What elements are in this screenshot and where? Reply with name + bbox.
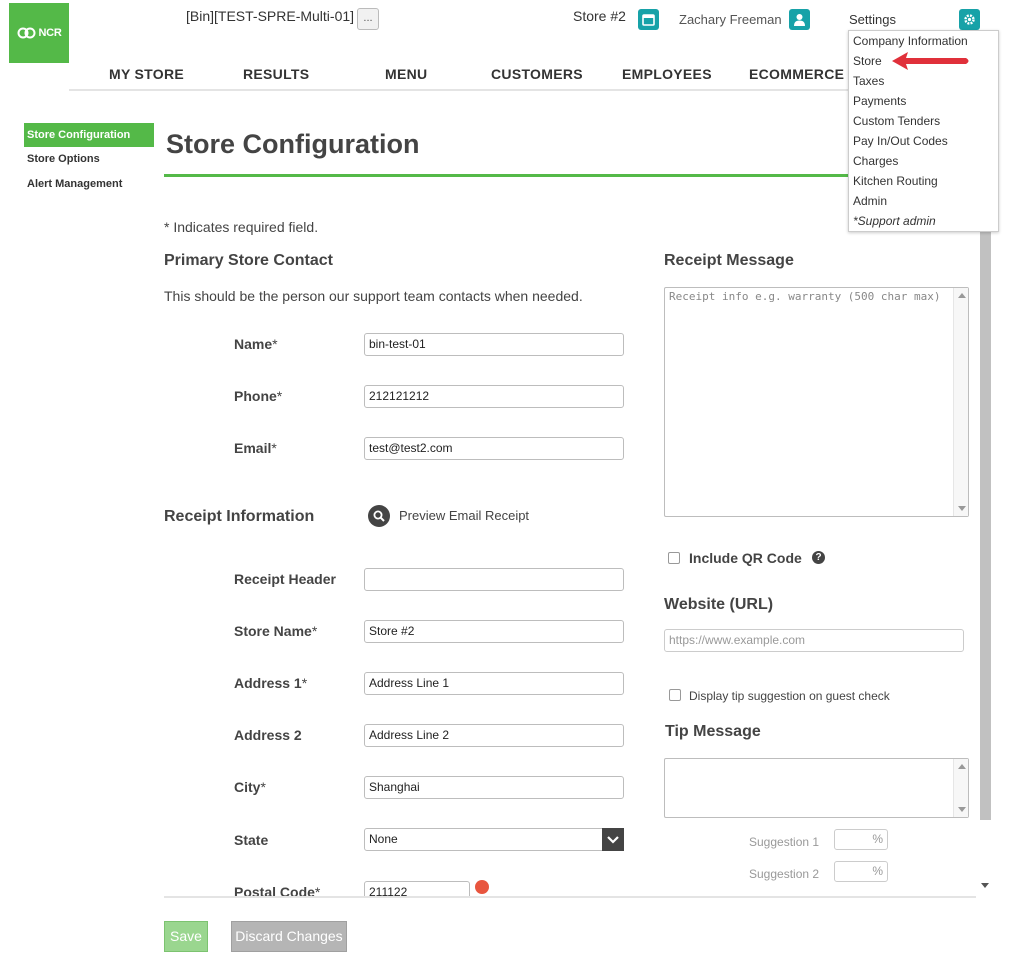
sidebar-item-alert-management[interactable]: Alert Management — [24, 172, 154, 196]
receipt-message-placeholder: Receipt info e.g. warranty (500 char max… — [669, 290, 941, 303]
website-url-input[interactable]: https://www.example.com — [664, 629, 964, 652]
website-heading: Website (URL) — [664, 596, 774, 613]
state-label: State — [234, 832, 269, 848]
calendar-icon[interactable] — [638, 9, 659, 30]
warning-icon — [475, 880, 489, 894]
suggestion2-input[interactable]: % — [834, 861, 888, 882]
chevron-down-icon[interactable] — [602, 828, 624, 851]
store-name-label: Store Name* — [234, 623, 318, 639]
suggestion2-label: Suggestion 2 — [749, 867, 820, 881]
menu-item-store[interactable]: Store — [853, 54, 882, 68]
ncr-logo[interactable]: NCR — [9, 3, 69, 63]
settings-menu-label[interactable]: Settings — [849, 12, 896, 27]
preview-email-receipt-link[interactable]: Preview Email Receipt — [399, 508, 529, 523]
nav-customers[interactable]: CUSTOMERS — [491, 66, 583, 82]
organization-name: [Bin][TEST-SPRE-Multi-01] — [186, 8, 355, 24]
required-field-note: * Indicates required field. — [164, 219, 319, 235]
address2-input[interactable]: Address Line 2 — [364, 724, 624, 747]
nav-menu[interactable]: MENU — [385, 66, 427, 82]
menu-item-pay-in-out-codes[interactable]: Pay In/Out Codes — [853, 134, 948, 148]
address2-label: Address 2 — [234, 727, 302, 743]
email-input[interactable]: test@test2.com — [364, 437, 624, 460]
menu-item-custom-tenders[interactable]: Custom Tenders — [853, 114, 940, 128]
address1-label: Address 1* — [234, 675, 308, 691]
store-name-input[interactable]: Store #2 — [364, 620, 624, 643]
phone-input[interactable]: 212121212 — [364, 385, 624, 408]
nav-my-store[interactable]: MY STORE — [109, 66, 184, 82]
menu-item-support-admin[interactable]: *Support admin — [853, 214, 936, 228]
receipt-header-label: Receipt Header — [234, 571, 336, 587]
gear-icon[interactable] — [959, 9, 980, 30]
name-label: Name* — [234, 336, 278, 352]
menu-item-charges[interactable]: Charges — [853, 154, 898, 168]
title-underline — [164, 174, 849, 177]
state-select[interactable]: None — [364, 828, 624, 851]
receipt-message-heading: Receipt Message — [664, 252, 794, 269]
suggestion1-input[interactable]: % — [834, 829, 888, 850]
menu-item-payments[interactable]: Payments — [853, 94, 906, 108]
sidebar-item-store-options[interactable]: Store Options — [24, 147, 154, 171]
help-icon[interactable]: ? — [812, 551, 825, 564]
content-scrollbar[interactable] — [978, 230, 993, 890]
include-qr-code-checkbox[interactable] — [668, 552, 680, 564]
email-label: Email* — [234, 440, 277, 456]
user-name[interactable]: Zachary Freeman — [679, 12, 782, 27]
receipt-message-textarea[interactable]: Receipt info e.g. warranty (500 char max… — [664, 287, 969, 517]
address1-input[interactable]: Address Line 1 — [364, 672, 624, 695]
red-arrow-annotation-icon — [892, 52, 969, 70]
receipt-information-heading: Receipt Information — [164, 508, 315, 525]
menu-item-company-information[interactable]: Company Information — [853, 34, 968, 48]
nav-divider — [69, 89, 859, 91]
postal-code-row: Postal Code* 211122 — [164, 880, 976, 896]
nav-results[interactable]: RESULTS — [243, 66, 309, 82]
tip-message-scrollbar[interactable] — [953, 759, 968, 817]
organization-more-button[interactable]: ... — [357, 8, 379, 30]
ncr-logo-icon — [17, 27, 36, 39]
include-qr-code-label: Include QR Code — [689, 550, 802, 566]
city-label: City* — [234, 779, 266, 795]
suggestion1-label: Suggestion 1 — [749, 835, 820, 849]
postal-code-input[interactable]: 211122 — [364, 881, 470, 896]
scrollbar-thumb[interactable] — [980, 230, 991, 820]
main-nav: MY STORE RESULTS MENU CUSTOMERS EMPLOYEE… — [0, 58, 850, 90]
primary-contact-heading: Primary Store Contact — [164, 252, 333, 269]
save-button[interactable]: Save — [164, 921, 208, 952]
sidebar-item-store-configuration[interactable]: Store Configuration — [24, 123, 154, 147]
tip-suggestion-label: Display tip suggestion on guest check — [689, 689, 890, 703]
nav-employees[interactable]: EMPLOYEES — [622, 66, 712, 82]
postal-code-label: Postal Code* — [234, 884, 321, 896]
menu-item-admin[interactable]: Admin — [853, 194, 887, 208]
primary-contact-description: This should be the person our support te… — [164, 288, 583, 304]
city-input[interactable]: Shanghai — [364, 776, 624, 799]
tip-message-heading: Tip Message — [665, 723, 761, 740]
receipt-header-input[interactable] — [364, 568, 624, 591]
search-icon[interactable] — [368, 505, 390, 527]
nav-ecommerce[interactable]: ECOMMERCE — [749, 66, 844, 82]
tip-suggestion-checkbox[interactable] — [669, 689, 681, 701]
name-input[interactable]: bin-test-01 — [364, 333, 624, 356]
user-icon[interactable] — [789, 9, 810, 30]
menu-item-taxes[interactable]: Taxes — [853, 74, 884, 88]
scroll-down-arrow-icon[interactable] — [981, 883, 989, 888]
receipt-message-scrollbar[interactable] — [953, 288, 968, 516]
menu-item-kitchen-routing[interactable]: Kitchen Routing — [853, 174, 938, 188]
tip-message-textarea[interactable] — [664, 758, 969, 818]
phone-label: Phone* — [234, 388, 283, 404]
discard-changes-button[interactable]: Discard Changes — [231, 921, 347, 952]
store-selector[interactable]: Store #2 — [573, 8, 626, 24]
content-bottom-divider — [164, 896, 976, 898]
logo-text: NCR — [38, 27, 62, 39]
page-title: Store Configuration — [166, 129, 420, 159]
